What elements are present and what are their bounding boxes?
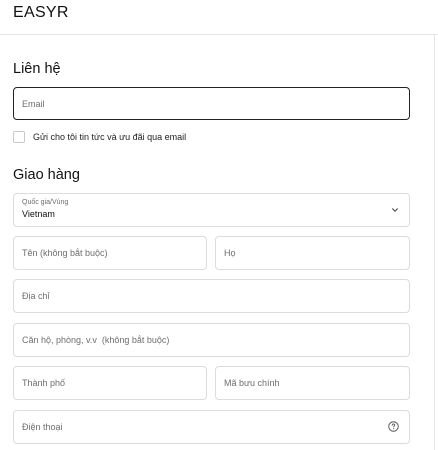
email-input[interactable] [14,88,409,119]
email-field[interactable] [13,87,410,120]
apartment-input[interactable] [14,324,409,356]
apartment-field[interactable] [13,323,410,357]
header: EASYR [0,0,438,35]
country-select[interactable]: Quốc gia/Vùng Vietnam [13,193,410,227]
city-field[interactable] [13,366,207,400]
last-name-input[interactable] [216,237,409,269]
brand-logo[interactable]: EASYR [13,4,69,22]
phone-input[interactable] [14,411,409,443]
chevron-down-icon [392,208,398,212]
last-name-field[interactable] [215,236,410,270]
phone-field[interactable] [13,410,410,444]
newsletter-label[interactable]: Gửi cho tôi tin tức và ưu đãi qua email [33,132,186,142]
newsletter-checkbox[interactable] [13,131,25,143]
contact-section-title: Liên hệ [13,61,61,77]
country-select-value: Vietnam [22,209,55,219]
help-circle-icon[interactable] [388,421,399,432]
postal-code-input[interactable] [216,367,409,399]
first-name-input[interactable] [14,237,206,269]
address-field[interactable] [13,279,410,313]
country-select-label: Quốc gia/Vùng [22,199,69,206]
column-divider [434,34,435,450]
city-input[interactable] [14,367,206,399]
first-name-field[interactable] [13,236,207,270]
postal-code-field[interactable] [215,366,410,400]
shipping-section-title: Giao hàng [13,167,80,183]
address-input[interactable] [14,280,409,312]
